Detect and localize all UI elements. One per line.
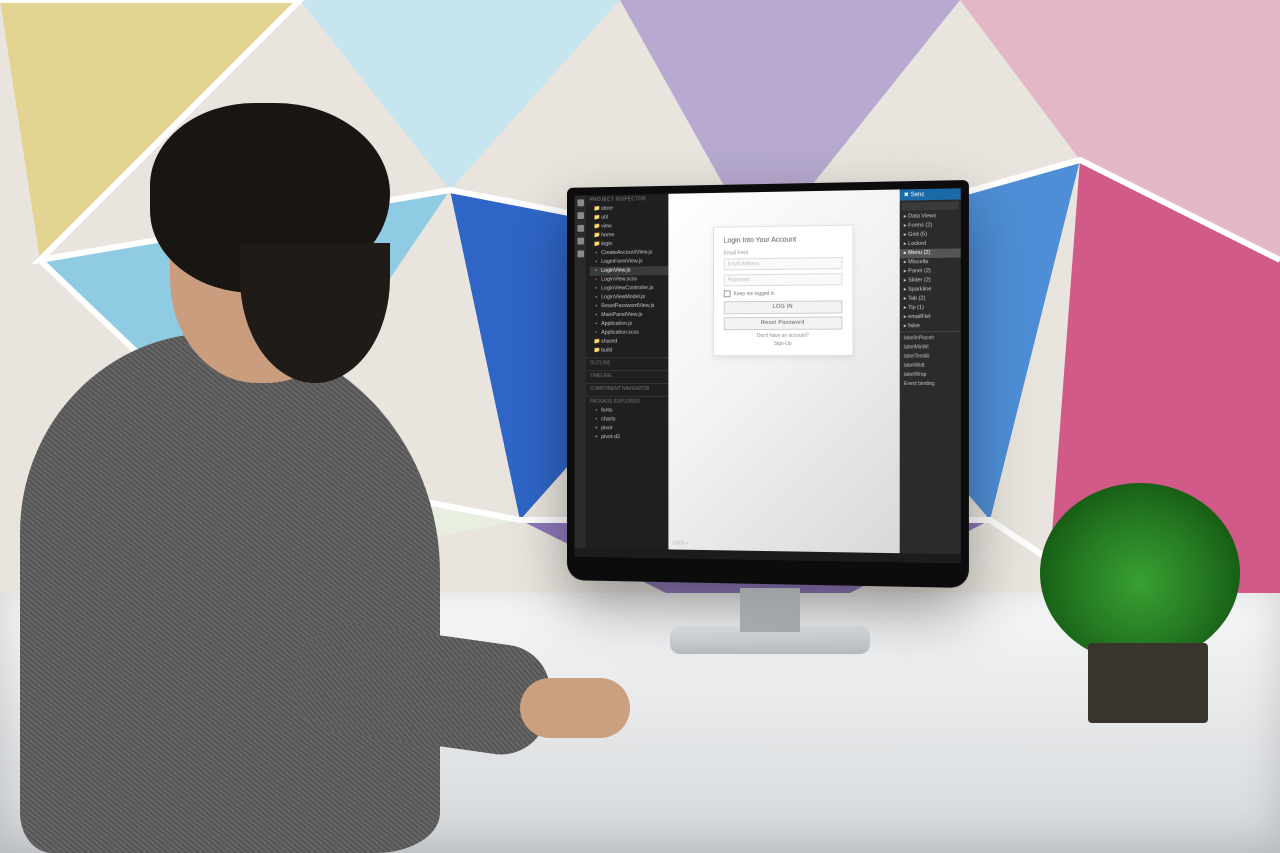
toolbox-category[interactable]: ▸ Tab (2) [900, 294, 961, 304]
toolbox-panel[interactable]: ✖ Senc ▸ Data Views▸ Forms (2)▸ Grid (5)… [900, 188, 961, 563]
password-field[interactable]: Password [724, 273, 843, 286]
explorer-section[interactable]: COMPONENT NAVIGATOR [586, 383, 668, 394]
ide-window: PROJECT INSPECTOR 📁store📁util📁view📁home📁… [575, 188, 961, 563]
tree-item[interactable]: ▪Application.js [590, 320, 669, 329]
explorer-section[interactable]: OUTLINE [586, 357, 668, 368]
signup-link[interactable]: Sign-Up [724, 341, 843, 347]
git-icon[interactable] [577, 225, 584, 232]
reset-password-button[interactable]: Reset Password [724, 316, 843, 330]
explorer-section[interactable]: TIMELINE [586, 370, 668, 381]
toolbox-search[interactable] [902, 202, 959, 211]
property-row[interactable]: labelInPlaceh [900, 334, 961, 343]
tree-item[interactable]: 📁shared [590, 337, 669, 346]
toolbox-category[interactable]: ▸ false [900, 322, 961, 331]
photo-scene: PROJECT INSPECTOR 📁store📁util📁view📁home📁… [0, 0, 1280, 853]
property-row[interactable]: labelTextAli [900, 352, 961, 361]
toolbox-title: ✖ Senc [900, 188, 961, 200]
property-row[interactable]: labelWrap [900, 371, 961, 380]
login-title: Login Into Your Account [724, 236, 843, 245]
email-label: Email Field [724, 249, 843, 257]
files-icon[interactable] [577, 199, 584, 206]
person [0, 93, 500, 853]
package-item[interactable]: ▪pivot-d3 [590, 433, 669, 442]
property-row[interactable]: labelWidt [900, 362, 961, 371]
tree-item[interactable]: ▪Application.scss [590, 329, 669, 338]
design-canvas[interactable]: Login Into Your Account Email Field Emai… [668, 189, 899, 562]
plant-pot [1088, 643, 1208, 723]
explorer-panel[interactable]: PROJECT INSPECTOR 📁store📁util📁view📁home📁… [586, 194, 668, 559]
activity-bar[interactable] [575, 195, 586, 557]
property-row[interactable]: labelMinWi [900, 343, 961, 352]
keep-logged-checkbox[interactable]: Keep me logged in [724, 289, 843, 297]
toolbox-category[interactable]: ▸ Tip (1) [900, 303, 961, 313]
package-item[interactable]: ▪fonts [590, 407, 669, 416]
tree-item[interactable]: 📁build [590, 346, 669, 355]
checkbox-icon[interactable] [724, 290, 731, 297]
ext-icon[interactable] [577, 250, 584, 257]
package-item[interactable]: ▪charts [590, 415, 669, 424]
package-item[interactable]: ▪pivot [590, 424, 669, 433]
debug-icon[interactable] [577, 238, 584, 245]
monitor: PROJECT INSPECTOR 📁store📁util📁view📁home📁… [560, 184, 980, 654]
explorer-section[interactable]: PACKAGE EXPLORER [586, 396, 668, 407]
login-card: Login Into Your Account Email Field Emai… [713, 225, 853, 357]
property-row[interactable]: Event binding [900, 380, 961, 389]
search-icon[interactable] [577, 212, 584, 219]
email-field[interactable]: Email Address [724, 257, 843, 270]
no-account-text: Don't have an account? [724, 333, 843, 340]
zoom-indicator[interactable]: 100% ◐ [672, 541, 689, 547]
toolbox-category[interactable]: ▸ emailFiel [900, 313, 961, 323]
login-button[interactable]: LOG IN [724, 300, 843, 314]
plant [1040, 483, 1240, 663]
monitor-bezel: PROJECT INSPECTOR 📁store📁util📁view📁home📁… [567, 180, 969, 588]
